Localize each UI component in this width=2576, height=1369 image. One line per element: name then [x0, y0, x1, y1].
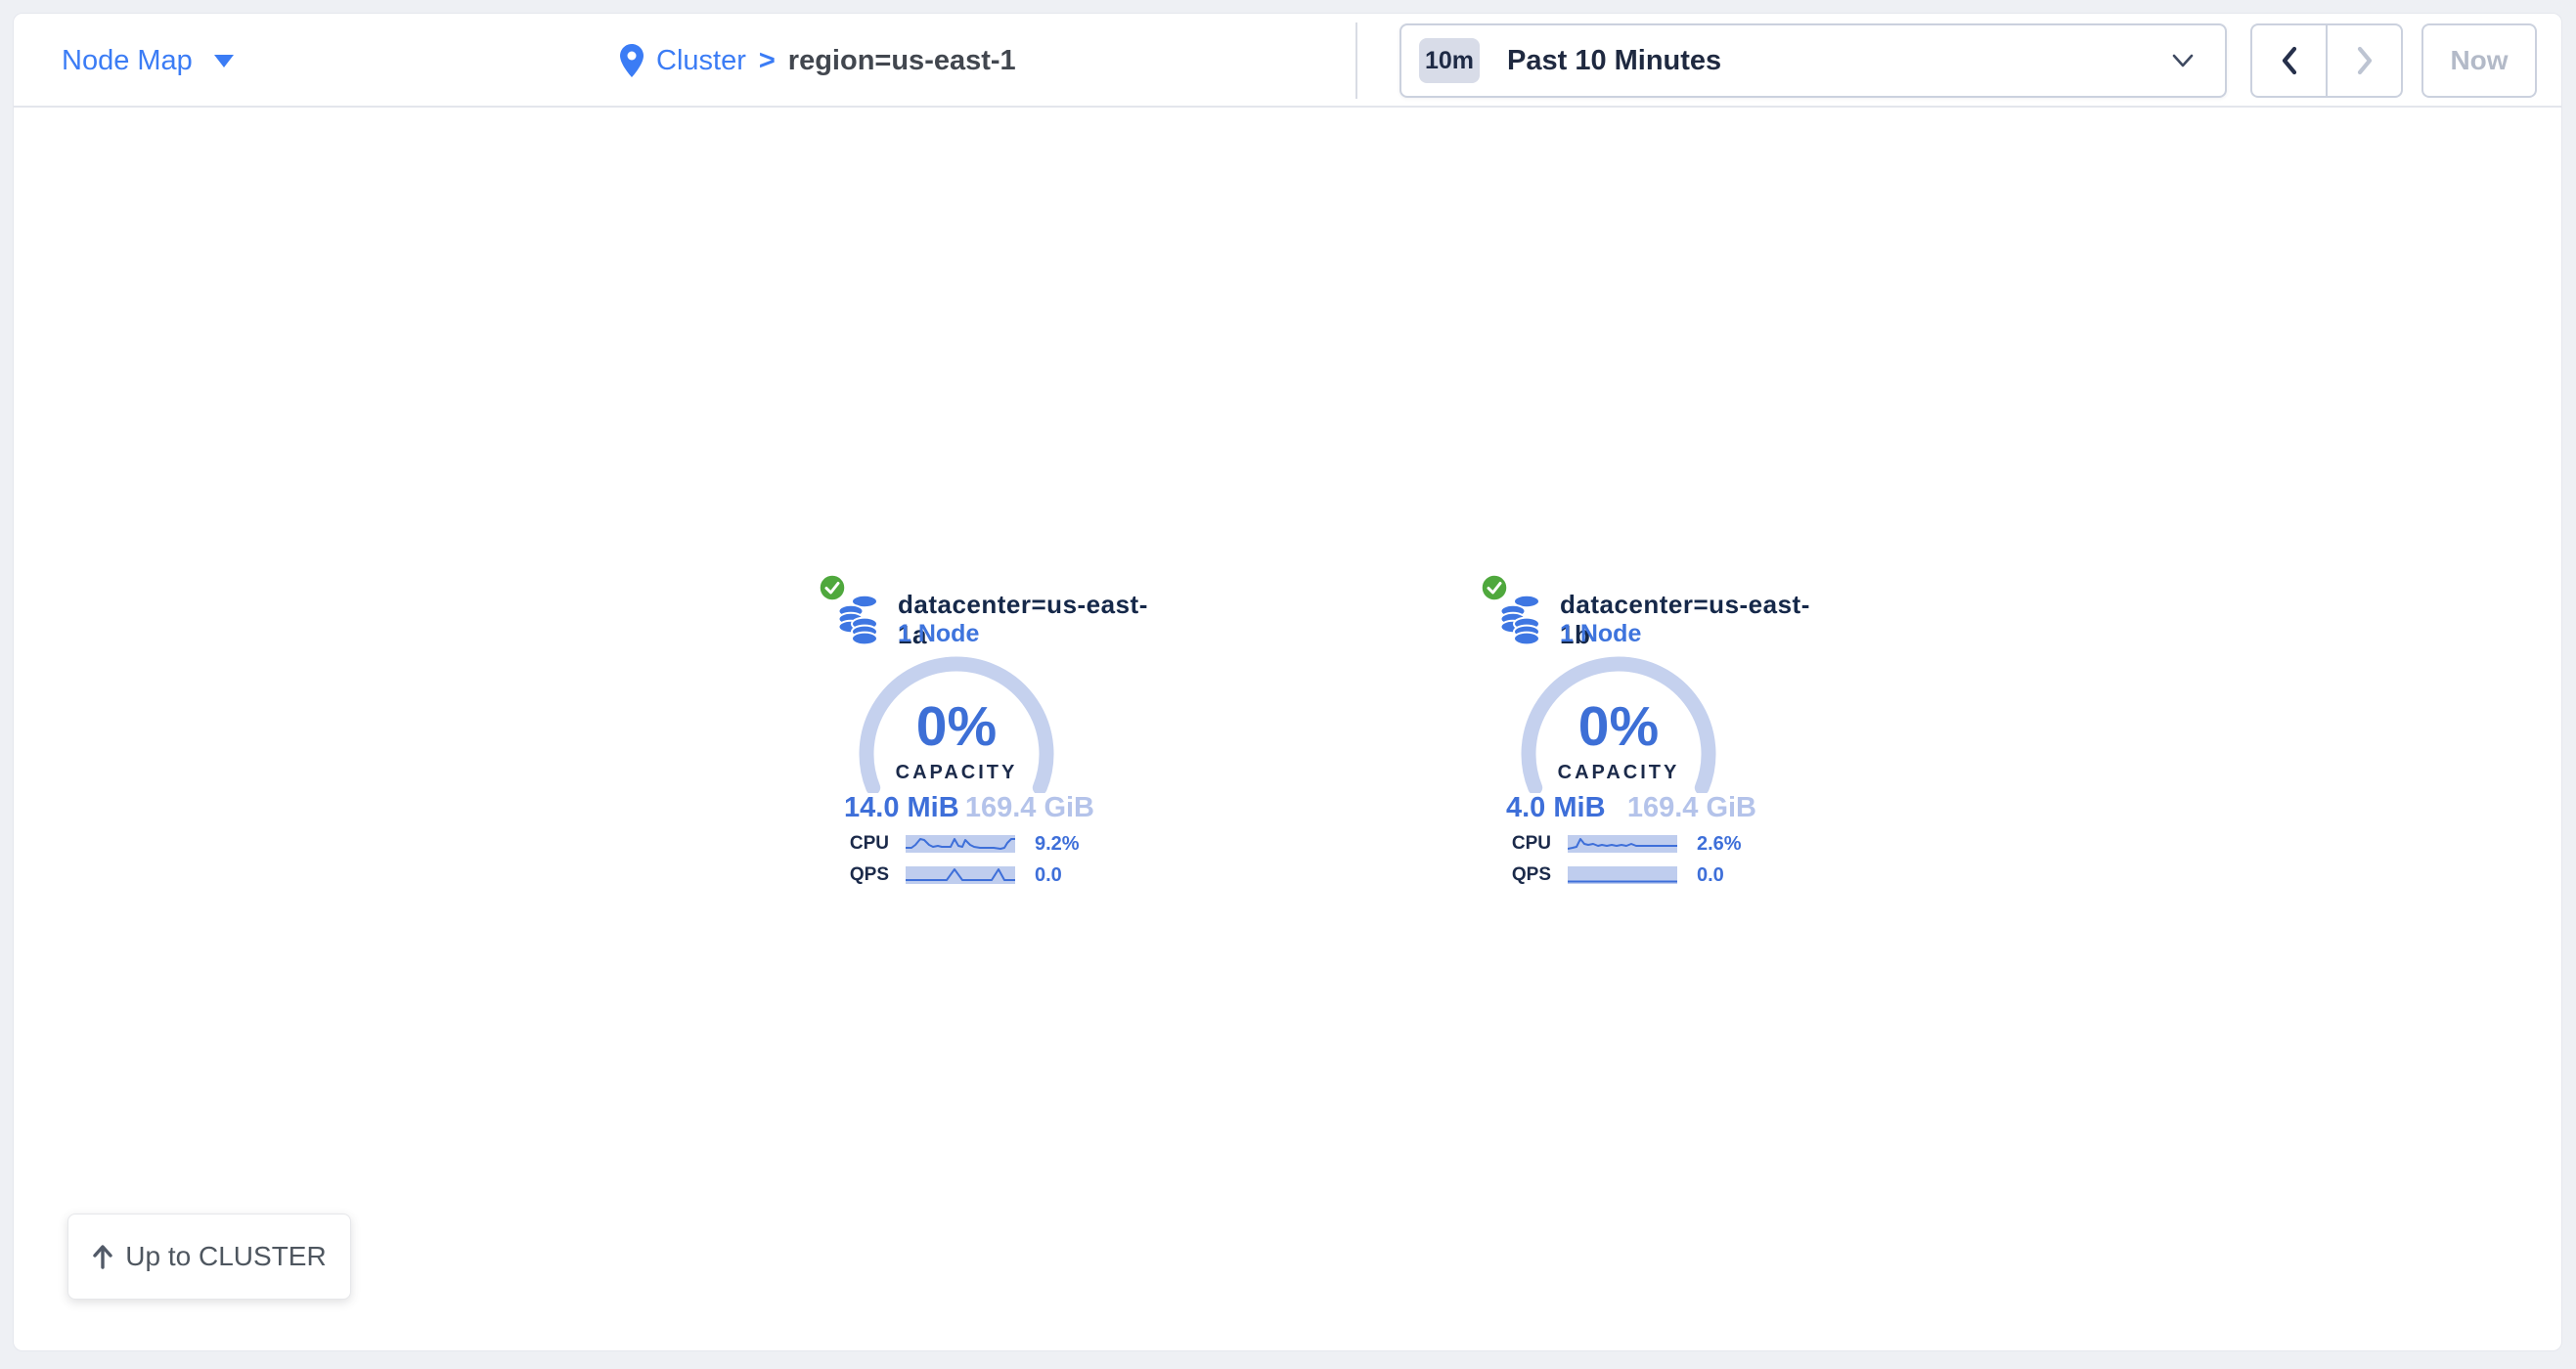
- capacity-total: 169.4 GiB: [965, 792, 1094, 824]
- qps-metric-row: QPS 0.0: [803, 864, 1096, 886]
- breadcrumb-separator: >: [759, 45, 776, 77]
- time-range-badge: 10m: [1419, 38, 1480, 83]
- datacenter-node-count: 1 Node: [1560, 620, 1641, 648]
- time-range-label: Past 10 Minutes: [1507, 45, 2172, 77]
- capacity-percent: 0%: [1521, 699, 1716, 755]
- caret-down-icon: [214, 55, 234, 67]
- location-pin-icon: [620, 44, 644, 77]
- chevron-right-icon: [2356, 46, 2374, 75]
- capacity-total: 169.4 GiB: [1627, 792, 1756, 824]
- arrow-up-icon: [92, 1243, 113, 1270]
- qps-sparkline: [1568, 866, 1677, 884]
- header-bar: Node Map Cluster > region=us-east-1 10m …: [14, 14, 2561, 108]
- cpu-value: 9.2%: [1035, 833, 1080, 856]
- cpu-sparkline: [1568, 835, 1677, 853]
- cpu-metric-row: CPU 9.2%: [803, 833, 1096, 855]
- qps-metric-row: QPS 0.0: [1465, 864, 1758, 886]
- chevron-left-icon: [2281, 46, 2298, 75]
- datacenter-card-us-east-1a[interactable]: datacenter=us-east-1a 1 Node 0% CAPACITY…: [803, 568, 1175, 901]
- breadcrumb-cluster-link[interactable]: Cluster: [656, 45, 746, 77]
- cpu-metric-row: CPU 2.6%: [1465, 833, 1758, 855]
- up-to-cluster-button[interactable]: Up to CLUSTER: [67, 1214, 351, 1300]
- qps-value: 0.0: [1697, 864, 1724, 887]
- cpu-sparkline: [906, 835, 1015, 853]
- capacity-label: CAPACITY: [849, 762, 1064, 784]
- cpu-value: 2.6%: [1697, 833, 1742, 856]
- datacenter-node-count: 1 Node: [898, 620, 979, 648]
- capacity-used: 14.0 MiB: [844, 792, 959, 824]
- database-stack-icon: [838, 594, 879, 646]
- cpu-label: CPU: [803, 833, 889, 855]
- now-button[interactable]: Now: [2421, 23, 2537, 98]
- app-panel: Node Map Cluster > region=us-east-1 10m …: [13, 13, 2562, 1351]
- up-button-label: Up to CLUSTER: [125, 1241, 326, 1272]
- time-range-selector[interactable]: 10m Past 10 Minutes: [1399, 23, 2227, 98]
- cpu-label: CPU: [1465, 833, 1551, 855]
- capacity-label: CAPACITY: [1511, 762, 1726, 784]
- capacity-percent: 0%: [859, 699, 1054, 755]
- breadcrumb-current: region=us-east-1: [788, 45, 1016, 77]
- header-divider: [1355, 22, 1357, 99]
- qps-sparkline: [906, 866, 1015, 884]
- qps-label: QPS: [803, 864, 889, 886]
- view-dropdown-label: Node Map: [62, 45, 193, 77]
- time-back-button[interactable]: [2252, 25, 2326, 96]
- now-button-label: Now: [2450, 45, 2508, 76]
- qps-value: 0.0: [1035, 864, 1062, 887]
- chevron-down-icon: [2172, 54, 2194, 67]
- capacity-stats: 14.0 MiB 169.4 GiB: [844, 792, 1094, 824]
- capacity-stats: 4.0 MiB 169.4 GiB: [1506, 792, 1756, 824]
- datacenter-card-us-east-1b[interactable]: datacenter=us-east-1b 1 Node 0% CAPACITY…: [1465, 568, 1837, 901]
- view-dropdown[interactable]: Node Map: [62, 14, 234, 108]
- time-nav-group: [2250, 23, 2403, 98]
- capacity-used: 4.0 MiB: [1506, 792, 1606, 824]
- database-stack-icon: [1500, 594, 1541, 646]
- qps-label: QPS: [1465, 864, 1551, 886]
- time-forward-button[interactable]: [2326, 25, 2401, 96]
- breadcrumb: Cluster > region=us-east-1: [620, 14, 1016, 108]
